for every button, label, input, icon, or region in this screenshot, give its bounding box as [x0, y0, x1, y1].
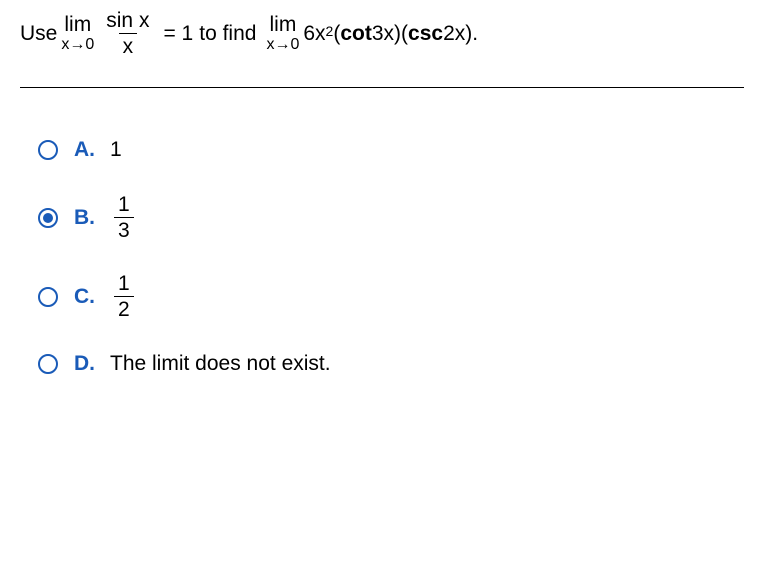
question-prefix: Use: [20, 19, 57, 48]
option-a-label: A.: [74, 138, 98, 162]
equals-one: = 1: [163, 19, 193, 48]
option-c[interactable]: C. 1 2: [38, 273, 744, 320]
option-c-label: C.: [74, 285, 98, 309]
to-find: to find: [199, 19, 256, 48]
radio-b[interactable]: [38, 208, 58, 228]
exponent-2: 2: [326, 22, 334, 42]
option-a[interactable]: A. 1: [38, 138, 744, 162]
radio-a[interactable]: [38, 140, 58, 160]
question-text: Use lim x→0 sin x x = 1 to find lim x→0 …: [20, 10, 744, 57]
limit-2: lim x→0: [266, 14, 299, 53]
option-d-value: The limit does not exist.: [110, 352, 331, 376]
option-b-label: B.: [74, 206, 98, 230]
option-d-label: D.: [74, 352, 98, 376]
six-x: 6x: [303, 19, 325, 48]
option-d[interactable]: D. The limit does not exist.: [38, 352, 744, 376]
divider: [20, 87, 744, 88]
limit-1: lim x→0: [61, 14, 94, 53]
option-c-value: 1 2: [110, 273, 138, 320]
radio-c[interactable]: [38, 287, 58, 307]
csc-bold: csc: [408, 19, 443, 48]
option-b-value: 1 3: [110, 194, 138, 241]
options-group: A. 1 B. 1 3 C. 1 2 D. The limit does not…: [20, 138, 744, 376]
cot-bold: cot: [340, 19, 372, 48]
radio-d[interactable]: [38, 354, 58, 374]
fraction-sinx-x: sin x x: [102, 10, 153, 57]
option-b[interactable]: B. 1 3: [38, 194, 744, 241]
option-a-value: 1: [110, 138, 122, 162]
